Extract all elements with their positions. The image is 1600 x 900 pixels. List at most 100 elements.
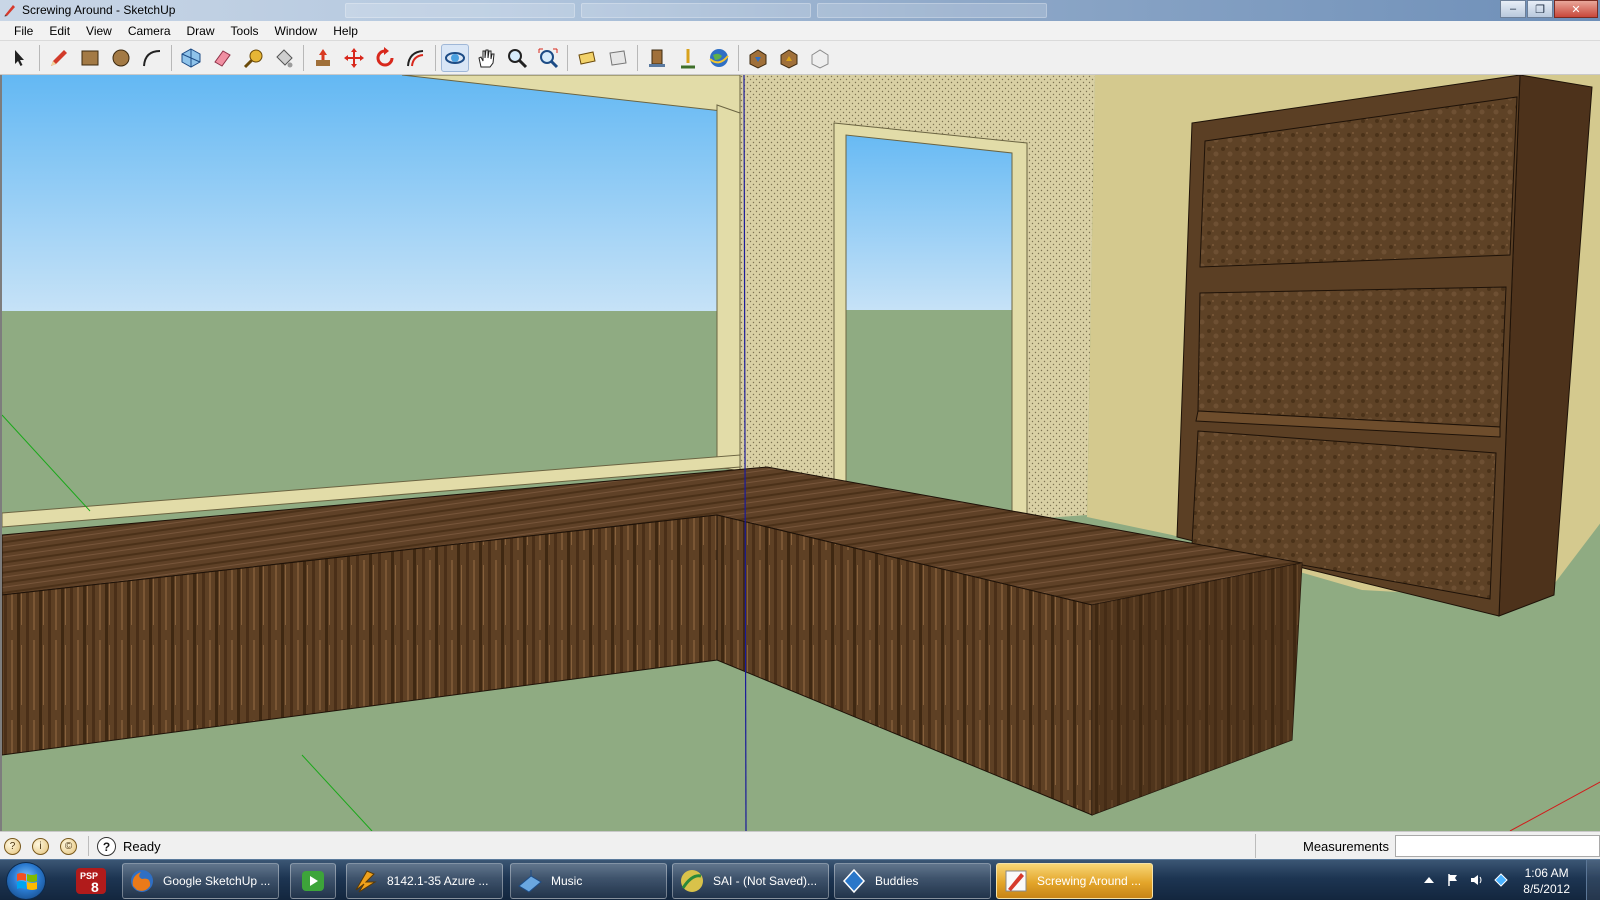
minimize-button[interactable]: – — [1500, 0, 1526, 18]
share-model-tool[interactable] — [775, 44, 803, 72]
rectangle-tool[interactable] — [76, 44, 104, 72]
add-location-tool[interactable] — [643, 44, 671, 72]
restore-button[interactable]: ❐ — [1527, 0, 1553, 18]
offset-tool[interactable] — [402, 44, 430, 72]
add-location-icon — [649, 49, 665, 67]
previous-view-icon — [578, 50, 596, 65]
select-tool[interactable] — [6, 44, 34, 72]
rotate-icon — [376, 46, 394, 66]
ghost-tab — [581, 3, 811, 18]
make-component-icon — [181, 47, 201, 68]
toggle-terrain-icon — [681, 48, 695, 68]
zoom-extents-icon — [538, 48, 559, 68]
next-view-icon — [609, 49, 627, 66]
push-pull-tool[interactable] — [309, 44, 337, 72]
menu-window[interactable]: Window — [267, 24, 326, 38]
status-bar: ? i © ? Ready Measurements — [0, 831, 1600, 859]
window-frame-side — [716, 104, 741, 472]
clock-time: 1:06 AM — [1524, 866, 1569, 880]
orbit-icon — [445, 51, 465, 64]
user-account-icon[interactable]: © — [60, 838, 77, 855]
orbit-tool[interactable] — [441, 43, 469, 72]
sketchup-app-icon — [4, 5, 15, 17]
network-icon[interactable] — [1494, 873, 1508, 887]
menu-file[interactable]: File — [6, 24, 41, 38]
sketchup-icon — [1005, 870, 1027, 892]
move-tool[interactable] — [340, 44, 368, 72]
share-component-tool[interactable] — [806, 44, 834, 72]
taskbar-label: 8142.1-35 Azure ... — [387, 874, 489, 888]
move-icon — [344, 47, 364, 68]
buddies-icon — [842, 868, 866, 894]
tape-measure-icon — [243, 49, 263, 68]
action-center-flag-icon[interactable] — [1446, 873, 1460, 887]
show-hidden-icons-icon[interactable] — [1422, 873, 1436, 887]
get-models-tool[interactable] — [744, 44, 772, 72]
share-component-icon — [811, 48, 829, 69]
taskbar-label: Screwing Around ... — [1037, 874, 1142, 888]
menu-edit[interactable]: Edit — [41, 24, 78, 38]
toolbar — [0, 41, 1600, 75]
circle-tool[interactable] — [107, 44, 135, 72]
taskbar-button-music[interactable]: Music — [510, 863, 667, 899]
menu-tools[interactable]: Tools — [223, 24, 267, 38]
help-icon[interactable]: ? — [97, 837, 116, 856]
taskbar-label: SAI - (Not Saved)... — [713, 874, 818, 888]
taskbar-button-sketchup[interactable]: Screwing Around ... — [996, 863, 1153, 899]
tape-measure-tool[interactable] — [239, 44, 267, 72]
eraser-icon — [214, 49, 231, 67]
folder-icon — [518, 870, 542, 893]
windows-logo-icon — [17, 873, 37, 890]
arc-tool[interactable] — [138, 44, 166, 72]
credits-icon[interactable]: i — [32, 838, 49, 855]
menu-draw[interactable]: Draw — [179, 24, 223, 38]
push-pull-icon — [316, 48, 330, 66]
toggle-terrain-tool[interactable] — [674, 44, 702, 72]
ghost-tab — [817, 3, 1047, 18]
paint-tool-sai-icon — [681, 870, 703, 892]
taskbar-button-winamp[interactable]: 8142.1-35 Azure ... — [346, 863, 503, 899]
windows-taskbar: PSP 8 Google SketchUp ... 8142.1-35 Azur… — [0, 859, 1600, 900]
close-button[interactable]: ✕ — [1554, 0, 1598, 18]
taskbar-button-sai[interactable]: SAI - (Not Saved)... — [672, 863, 829, 899]
make-component-tool[interactable] — [177, 44, 205, 72]
media-player-icon — [302, 871, 324, 891]
zoom-icon — [508, 48, 528, 68]
zoom-extents-tool[interactable] — [534, 44, 562, 72]
system-tray: 1:06 AM 8/5/2012 — [1380, 860, 1600, 900]
previous-view-tool[interactable] — [573, 44, 601, 72]
measurements-input[interactable] — [1395, 835, 1600, 857]
drawing-viewport[interactable] — [0, 75, 1600, 831]
google-earth-icon — [709, 48, 729, 67]
scene-canvas — [2, 75, 1600, 831]
zoom-tool[interactable] — [503, 44, 531, 72]
start-button[interactable] — [6, 862, 46, 900]
background-tabs — [345, 3, 1047, 18]
psp8-pinned-icon[interactable]: PSP 8 — [74, 866, 108, 896]
eraser-tool[interactable] — [208, 44, 236, 72]
paint-bucket-icon — [276, 48, 293, 67]
menu-help[interactable]: Help — [325, 24, 366, 38]
menu-view[interactable]: View — [78, 24, 120, 38]
paint-bucket-tool[interactable] — [270, 44, 298, 72]
google-earth-tool[interactable] — [705, 44, 733, 72]
next-view-tool[interactable] — [604, 44, 632, 72]
menu-camera[interactable]: Camera — [120, 24, 179, 38]
pencil-tool[interactable] — [45, 44, 73, 72]
pan-tool[interactable] — [472, 44, 500, 72]
pan-icon — [478, 49, 495, 67]
share-model-icon — [780, 48, 798, 69]
taskbar-button-media-player[interactable] — [290, 863, 336, 899]
geo-location-icon[interactable]: ? — [4, 838, 21, 855]
taskbar-clock[interactable]: 1:06 AM 8/5/2012 — [1523, 865, 1570, 897]
taskbar-button-firefox[interactable]: Google SketchUp ... — [122, 863, 279, 899]
show-desktop-button[interactable] — [1586, 860, 1600, 900]
rotate-tool[interactable] — [371, 44, 399, 72]
volume-icon[interactable] — [1470, 873, 1484, 887]
taskbar-button-buddies[interactable]: Buddies — [834, 863, 991, 899]
taskbar-label: Buddies — [875, 874, 919, 888]
pencil-icon — [51, 49, 67, 66]
status-message: Ready — [123, 839, 161, 854]
title-bar: Screwing Around - SketchUp – ❐ ✕ — [0, 0, 1600, 21]
circle-icon — [112, 49, 130, 66]
